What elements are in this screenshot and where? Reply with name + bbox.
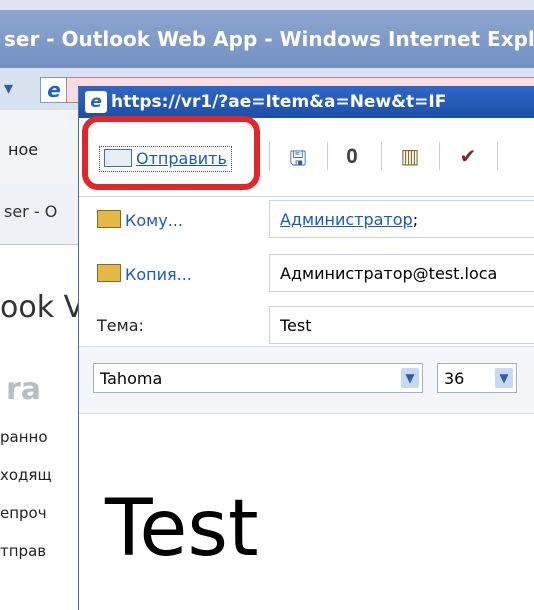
cc-field[interactable]: Администратор@test.loca	[269, 254, 534, 292]
to-field[interactable]: Администратор;	[269, 200, 534, 238]
subject-field[interactable]: Test	[269, 306, 534, 344]
toolbar-separator	[381, 142, 382, 170]
cc-row: Копия... Администратор@test.loca	[79, 248, 534, 300]
address-book-icon[interactable]: ▥	[399, 144, 421, 168]
background-window-title: ser - Outlook Web App - Windows Internet…	[0, 10, 534, 68]
ie-logo-icon: e	[40, 77, 68, 103]
toolbar-separator	[269, 142, 270, 170]
dropdown-arrow-icon[interactable]: ▾	[4, 78, 13, 99]
cc-label: Копия...	[125, 265, 192, 284]
background-tab-label: ser - O	[4, 202, 58, 221]
check-names-icon[interactable]: ✔	[457, 144, 479, 168]
font-size-value: 36	[444, 369, 465, 388]
subject-label: Тема:	[97, 316, 144, 335]
to-separator: ;	[412, 210, 419, 229]
background-folder-list: ранно ходящ епроч тправ	[0, 428, 52, 580]
message-body[interactable]: Test	[105, 484, 259, 574]
background-nav[interactable]: ное	[0, 110, 78, 185]
attach-icon[interactable]: 𝟎	[341, 144, 363, 168]
folder-item[interactable]: епроч	[0, 504, 52, 542]
to-label: Кому...	[125, 211, 183, 230]
toolbar-separator	[439, 142, 440, 170]
toolbar-separator	[327, 142, 328, 170]
background-heading: ook V	[0, 290, 85, 325]
to-recipient[interactable]: Администратор	[280, 210, 413, 229]
formatting-toolbar: Tahoma ▼ 36 ▼	[79, 346, 534, 414]
cc-button[interactable]: Копия...	[97, 264, 192, 284]
chevron-down-icon[interactable]: ▼	[495, 368, 513, 388]
address-book-icon	[97, 210, 121, 228]
background-section-title: ra	[6, 372, 42, 407]
save-icon[interactable]: 🖫	[287, 144, 309, 170]
address-book-icon	[97, 264, 121, 282]
to-button[interactable]: Кому...	[97, 210, 183, 230]
chevron-down-icon[interactable]: ▼	[401, 368, 419, 388]
subject-row: Тема: Test	[79, 300, 534, 352]
font-select[interactable]: Tahoma ▼	[93, 363, 423, 393]
to-row: Кому... Администратор;	[79, 196, 534, 248]
folder-item[interactable]: ранно	[0, 428, 52, 466]
font-size-select[interactable]: 36 ▼	[437, 363, 517, 393]
folder-item[interactable]: тправ	[0, 542, 52, 580]
font-select-value: Tahoma	[100, 369, 163, 388]
folder-item[interactable]: ходящ	[0, 466, 52, 504]
ie-logo-icon: e	[85, 91, 107, 113]
compose-window-title-bar: e https://vr1/?ae=Item&a=New&t=IF	[79, 86, 534, 118]
toolbar-separator	[497, 142, 498, 170]
compose-window-url: https://vr1/?ae=Item&a=New&t=IF	[111, 92, 447, 112]
top-strip	[0, 0, 534, 10]
highlight-annotation	[82, 116, 260, 190]
background-tab[interactable]: ser - O	[0, 184, 78, 245]
background-nav-label: ное	[8, 140, 39, 159]
